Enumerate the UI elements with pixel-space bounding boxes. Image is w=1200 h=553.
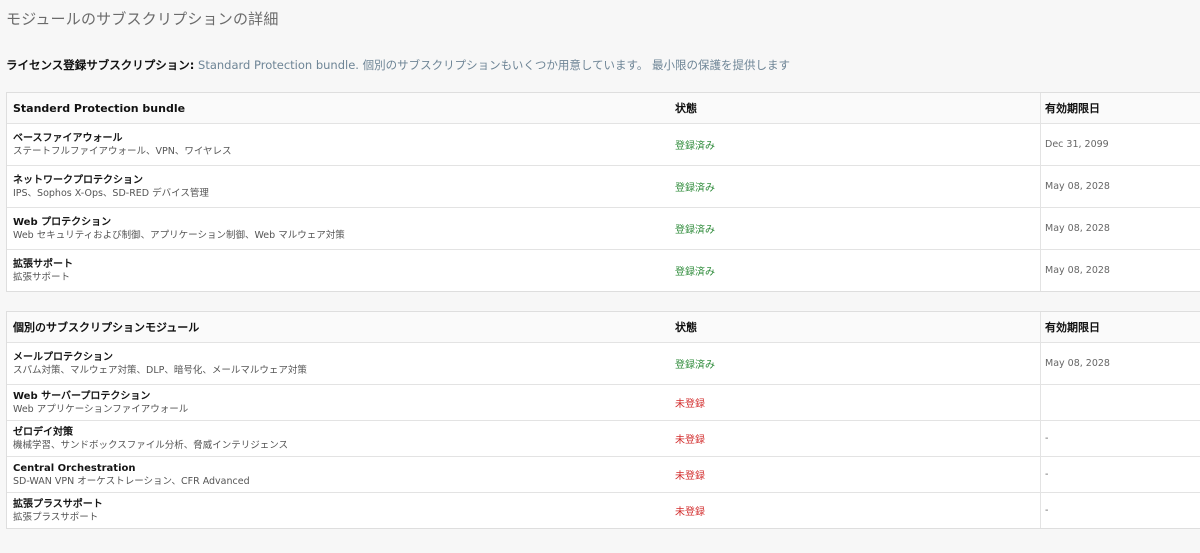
- module-name: ゼロデイ対策: [13, 426, 73, 438]
- module-name: Web サーバープロテクション: [13, 390, 151, 402]
- table-row: 拡張プラスサポート 拡張プラスサポート 未登録 -: [7, 492, 1200, 528]
- expiry-date: -: [1045, 433, 1049, 444]
- table-row: 拡張サポート 拡張サポート 登録済み May 08, 2028: [7, 249, 1200, 291]
- status-header: 状態: [669, 93, 1041, 123]
- table-row: Web サーバープロテクション Web アプリケーションファイアウォール 未登録: [7, 384, 1200, 420]
- module-desc: Web セキュリティおよび制御、アプリケーション制御、Web マルウェア対策: [13, 229, 345, 241]
- expiry-date: -: [1045, 505, 1049, 516]
- status-badge: 登録済み: [675, 225, 715, 236]
- expiry-date: May 08, 2028: [1045, 265, 1110, 276]
- module-name: ベースファイアウォール: [13, 132, 123, 144]
- status-badge: 登録済み: [675, 141, 715, 152]
- table-row: メールプロテクション スパム対策、マルウェア対策、DLP、暗号化、メールマルウェ…: [7, 342, 1200, 384]
- module-name: 拡張プラスサポート: [13, 498, 103, 510]
- module-name: メールプロテクション: [13, 351, 113, 363]
- module-header: Standerd Protection bundle: [13, 101, 186, 115]
- module-desc: 拡張サポート: [13, 271, 71, 283]
- module-desc: Web アプリケーションファイアウォール: [13, 403, 189, 415]
- table-header: Standerd Protection bundle 状態 有効期限日: [7, 93, 1200, 123]
- module-desc: ステートフルファイアウォール、VPN、ワイヤレス: [13, 145, 232, 157]
- module-header: 個別のサブスクリプションモジュール: [13, 321, 200, 334]
- module-name: Web プロテクション: [13, 216, 112, 228]
- status-badge: 未登録: [675, 507, 705, 518]
- module-name: 拡張サポート: [13, 258, 73, 270]
- module-name: Central Orchestration: [13, 462, 136, 474]
- expiry-date: May 08, 2028: [1045, 181, 1110, 192]
- module-desc: 機械学習、サンドボックスファイル分析、脅威インテリジェンス: [13, 439, 289, 451]
- status-badge: 未登録: [675, 435, 705, 446]
- expiry-date: May 08, 2028: [1045, 358, 1110, 369]
- module-desc: SD-WAN VPN オーケストレーション、CFR Advanced: [13, 475, 250, 487]
- table-row: ベースファイアウォール ステートフルファイアウォール、VPN、ワイヤレス 登録済…: [7, 123, 1200, 165]
- table-row: ゼロデイ対策 機械学習、サンドボックスファイル分析、脅威インテリジェンス 未登録…: [7, 420, 1200, 456]
- table-header: 個別のサブスクリプションモジュール 状態 有効期限日: [7, 312, 1200, 342]
- status-badge: 未登録: [675, 471, 705, 482]
- expiry-header: 有効期限日: [1045, 102, 1100, 115]
- table-row: ネットワークプロテクション IPS、Sophos X-Ops、SD-RED デバ…: [7, 165, 1200, 207]
- module-desc: IPS、Sophos X-Ops、SD-RED デバイス管理: [13, 187, 209, 199]
- page-title: モジュールのサブスクリプションの詳細: [6, 10, 279, 28]
- bundle-table: Standerd Protection bundle 状態 有効期限日 ベースフ…: [6, 92, 1200, 292]
- status-badge: 登録済み: [675, 183, 715, 194]
- status-badge: 登録済み: [675, 360, 715, 371]
- license-line: ライセンス登録サブスクリプション: Standard Protection bu…: [6, 57, 790, 73]
- expiry-date: Dec 31, 2099: [1045, 139, 1109, 150]
- expiry-date: -: [1045, 469, 1049, 480]
- module-table: 個別のサブスクリプションモジュール 状態 有効期限日 メールプロテクション スパ…: [6, 311, 1200, 529]
- license-label: ライセンス登録サブスクリプション:: [6, 58, 195, 72]
- module-name: ネットワークプロテクション: [13, 174, 143, 186]
- module-desc: スパム対策、マルウェア対策、DLP、暗号化、メールマルウェア対策: [13, 364, 307, 376]
- expiry-date: May 08, 2028: [1045, 223, 1110, 234]
- status-header: 状態: [669, 312, 1041, 342]
- status-badge: 登録済み: [675, 267, 715, 278]
- table-row: Web プロテクション Web セキュリティおよび制御、アプリケーション制御、W…: [7, 207, 1200, 249]
- status-badge: 未登録: [675, 399, 705, 410]
- expiry-header: 有効期限日: [1045, 321, 1100, 334]
- license-value: Standard Protection bundle. 個別のサブスクリプション…: [194, 58, 791, 72]
- table-row: Central Orchestration SD-WAN VPN オーケストレー…: [7, 456, 1200, 492]
- module-desc: 拡張プラスサポート: [13, 511, 99, 523]
